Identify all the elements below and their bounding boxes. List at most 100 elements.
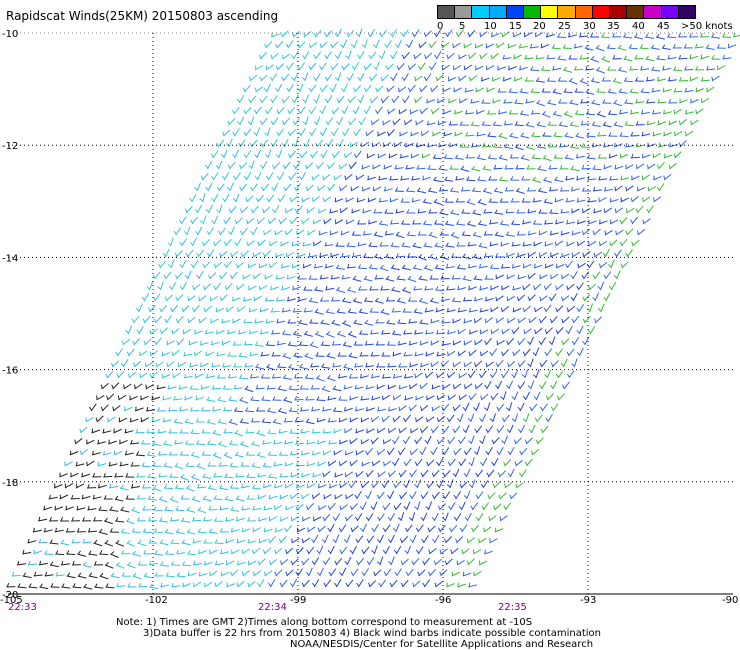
- wind-barb-flag: [711, 55, 715, 60]
- wind-barb-flag: [64, 483, 67, 488]
- wind-barb-flag: [311, 428, 315, 434]
- wind-barb-flag: [612, 33, 615, 38]
- wind-barb-flag: [305, 571, 310, 576]
- wind-barb-flag: [143, 550, 146, 555]
- wind-barb-flag: [111, 384, 114, 389]
- wind-barb-flag: [157, 384, 159, 389]
- wind-barb-flag: [375, 297, 379, 302]
- wind-barb-flag: [608, 285, 613, 290]
- wind-barb-flag: [322, 450, 325, 455]
- wind-barb-flag: [522, 395, 527, 400]
- wind-barb-flag: [175, 506, 179, 511]
- wind-barb-flag: [198, 528, 201, 533]
- wind-barb-flag: [115, 495, 119, 500]
- wind-barb-flag: [248, 76, 252, 81]
- wind-barb-flag: [181, 539, 185, 544]
- wind-barb-flag: [256, 429, 261, 434]
- wind-barb-flag: [445, 220, 449, 225]
- wind-barb-flag: [509, 494, 512, 499]
- wind-barb-flag: [378, 55, 383, 59]
- wind-barb-flag: [601, 33, 605, 38]
- wind-barb-flag: [205, 329, 207, 334]
- wind-barb-flag: [566, 285, 569, 290]
- wind-barb-flag: [146, 286, 150, 290]
- wind-barb-flag: [629, 44, 632, 49]
- wind-barb-flag: [276, 175, 281, 180]
- wind-barb-flag: [468, 484, 473, 488]
- wind-barb-flag: [192, 516, 195, 522]
- wind-barb-flag: [99, 528, 103, 533]
- wind-barb-flag: [467, 373, 471, 378]
- wind-barb-flag: [224, 263, 227, 268]
- wind-barb-flag: [217, 374, 220, 379]
- wind-barb-flag: [570, 121, 574, 126]
- wind-barb-flag: [507, 450, 511, 455]
- wind-barb-flag: [495, 318, 498, 323]
- wind-barb-flag: [480, 395, 483, 400]
- wind-barb-flag: [516, 209, 520, 214]
- wind-barb-flag: [320, 153, 324, 158]
- wind-barb-flag: [618, 44, 622, 49]
- wind-barb-flag: [238, 352, 242, 357]
- wind-barb-flag: [656, 33, 660, 38]
- wind-barb-flag: [539, 362, 543, 367]
- wind-barb-flag: [391, 264, 395, 269]
- wind-barb-flag: [526, 165, 530, 170]
- wind-barb-flag: [179, 285, 184, 290]
- wind-barb-flag: [376, 363, 380, 368]
- wind-barb-flag: [501, 329, 504, 334]
- wind-barb-flag: [339, 208, 342, 213]
- wind-barb-flag: [269, 241, 271, 246]
- wind-barb-flag: [292, 120, 296, 125]
- wind-barb-flag: [334, 560, 338, 565]
- wind-barb-flag: [268, 516, 271, 521]
- wind-barb-flag: [366, 560, 370, 565]
- wind-barb-flag: [227, 231, 232, 235]
- wind-barb-flag: [435, 264, 439, 269]
- wind-barb-flag: [411, 560, 415, 565]
- wind-barb-flag: [287, 153, 291, 158]
- wind-barb-flag: [116, 373, 120, 378]
- wind-barb-flag: [436, 373, 439, 378]
- wind-barb-flag: [500, 198, 503, 203]
- wind-barb-flag: [306, 208, 309, 213]
- wind-barb-flag: [190, 263, 194, 268]
- wind-barb-flag: [178, 219, 183, 224]
- wind-barb-flag: [449, 165, 453, 170]
- wind-barb-flag: [309, 319, 313, 324]
- wind-barb-flag: [520, 132, 525, 137]
- wind-barb-flag: [134, 384, 136, 389]
- wind-barb-flag: [538, 209, 542, 214]
- wind-barb-flag: [642, 197, 644, 202]
- wind-barb-flag: [382, 505, 386, 510]
- wind-barb-flag: [274, 230, 277, 235]
- wind-barb-flag: [543, 285, 547, 290]
- wind-barb-flag: [353, 297, 357, 302]
- wind-barb-flag: [436, 461, 440, 466]
- wind-barb-flag: [447, 439, 451, 444]
- wind-barb-flag: [266, 363, 270, 368]
- wind-barb-flag: [325, 285, 328, 290]
- wind-barb-flag: [452, 274, 455, 280]
- wind-barb-flag: [577, 263, 580, 268]
- wind-barb-flag: [127, 561, 131, 566]
- wind-barb-flag: [345, 494, 347, 499]
- wind-barb-flag: [576, 351, 581, 356]
- wind-barb-flag: [93, 494, 95, 499]
- wind-barb-flag: [517, 406, 521, 411]
- wind-barb-flag: [220, 154, 225, 158]
- wind-barb-flag: [498, 109, 500, 114]
- wind-barb-flag: [393, 549, 398, 554]
- wind-barb-flag: [596, 44, 600, 49]
- wind-barb-flag: [561, 274, 563, 279]
- wind-barb-flag: [380, 98, 384, 103]
- wind-barb-flag: [171, 329, 174, 334]
- wind-barb-flag: [576, 153, 578, 158]
- wind-barb-flag: [496, 406, 500, 411]
- wind-barb-flag: [450, 549, 453, 554]
- wind-barb-flag: [350, 186, 353, 191]
- wind-barb-flag: [355, 538, 359, 543]
- wind-barb-flag: [334, 32, 338, 37]
- wind-barb-flag: [602, 252, 606, 257]
- wind-barb-flag: [678, 33, 681, 38]
